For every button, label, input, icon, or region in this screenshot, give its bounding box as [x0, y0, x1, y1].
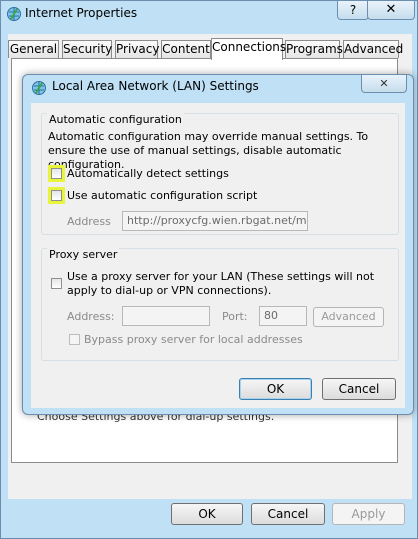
port-label: Port:	[222, 310, 248, 323]
ok-button[interactable]: OK	[171, 503, 243, 525]
cancel-button[interactable]: Cancel	[251, 503, 325, 525]
lan-ok-button[interactable]: OK	[239, 378, 312, 400]
apply-button[interactable]: Apply	[332, 503, 405, 525]
use-proxy-label[interactable]: Use a proxy server for your LAN (These s…	[67, 270, 387, 298]
lan-cancel-button[interactable]: Cancel	[322, 378, 396, 400]
network-globe-icon	[32, 81, 46, 95]
proxy-address-label: Address:	[67, 310, 115, 323]
script-address-field[interactable]: http://proxycfg.wien.rbgat.net/mwg	[122, 211, 308, 231]
advanced-proxy-button[interactable]: Advanced	[313, 307, 384, 327]
close-window-button[interactable]: ✕	[367, 1, 415, 20]
tab-programs[interactable]: Programs	[285, 40, 343, 58]
proxy-address-field[interactable]	[122, 306, 210, 326]
lan-dialog-title: Local Area Network (LAN) Settings	[52, 79, 259, 93]
config-script-checkbox[interactable]	[48, 187, 65, 204]
auto-config-description: Automatic configuration may override man…	[48, 130, 369, 171]
help-button[interactable]: ?	[337, 1, 369, 20]
lan-close-button[interactable]: ✕	[361, 75, 407, 93]
config-script-label[interactable]: Use automatic configuration script	[67, 189, 257, 203]
tab-privacy[interactable]: Privacy	[115, 40, 159, 58]
tab-content[interactable]: Content	[161, 40, 211, 58]
auto-detect-label[interactable]: Automatically detect settings	[67, 167, 229, 181]
window-title: Internet Properties	[25, 6, 138, 20]
lan-settings-dialog: Local Area Network (LAN) Settings ✕ Auto…	[22, 74, 414, 415]
lan-dialog-body: Automatic configuration Automatic config…	[31, 103, 405, 408]
script-address-label: Address	[67, 215, 111, 228]
proxy-group-label: Proxy server	[47, 248, 120, 261]
port-field[interactable]: 80	[259, 306, 307, 326]
bypass-local-checkbox[interactable]	[69, 334, 80, 345]
tab-advanced[interactable]: Advanced	[343, 40, 403, 58]
tab-general[interactable]: General	[8, 40, 59, 58]
auto-detect-checkbox[interactable]	[48, 165, 65, 182]
bypass-local-label[interactable]: Bypass proxy server for local addresses	[84, 333, 303, 347]
tab-security[interactable]: Security	[62, 40, 112, 58]
use-proxy-checkbox[interactable]	[51, 278, 62, 289]
auto-config-group-label: Automatic configuration	[47, 113, 184, 126]
internet-globe-icon	[7, 7, 21, 21]
tab-connections[interactable]: Connections	[211, 38, 286, 60]
